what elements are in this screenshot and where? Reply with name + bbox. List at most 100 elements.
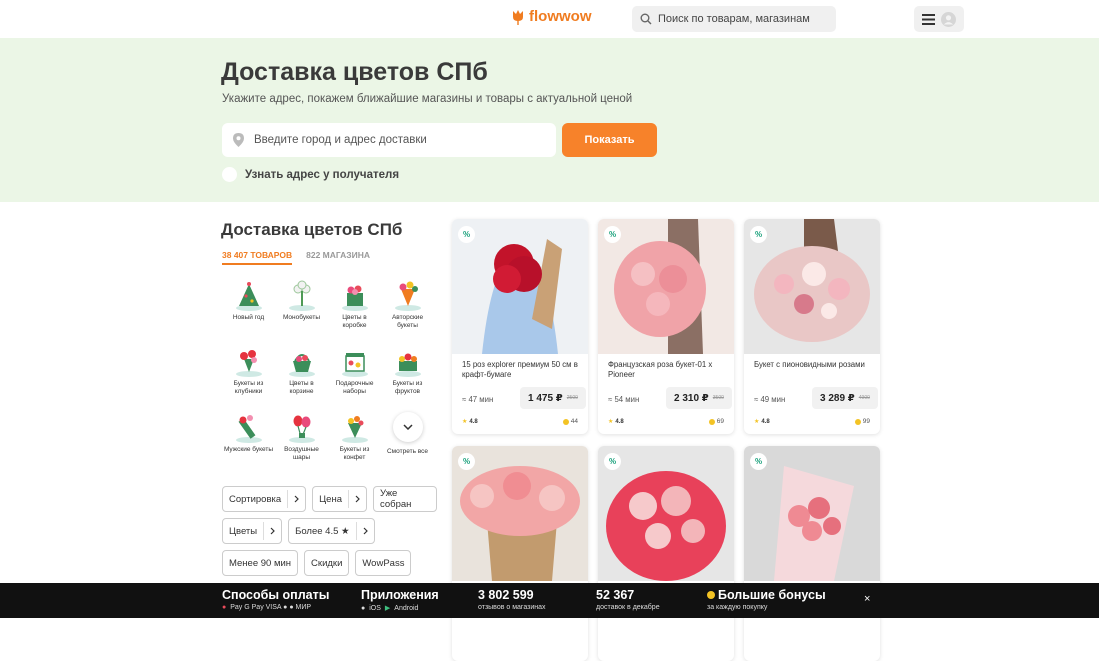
category-candy-bouquets[interactable]: Букеты из конфет [328,410,381,470]
address-field[interactable] [222,123,556,157]
strawberry-bouquet-icon [231,344,267,380]
discount-badge: % [458,453,475,470]
rating: ★ 4.8 [754,418,770,426]
logo-text: flowwow [529,8,592,25]
category-strawberry-bouquets[interactable]: Букеты из клубники [222,344,275,404]
payment-block: Способы оплаты ● Pay G Pay VISA ● ● МИР [222,588,329,611]
android-link[interactable]: Android [394,605,418,612]
close-icon[interactable]: × [864,593,870,605]
location-pin-icon [233,133,244,147]
product-card[interactable]: % Букет с пионовидными розами ≈ 49 мин 3… [744,219,880,434]
assembled-filter[interactable]: Уже собран [372,486,437,512]
category-label: Новый год [232,314,265,321]
ios-link[interactable]: iOS [369,605,381,612]
bonus-value: 69 [716,418,724,425]
recipient-checkbox[interactable] [222,167,237,182]
category-flower-box[interactable]: Цветы в коробке [328,278,381,338]
flowers-filter[interactable]: Цветы [222,518,283,544]
see-all-categories[interactable]: Смотреть все [381,410,434,470]
rating: ★ 4.8 [462,418,478,426]
rating-value: 4.8 [761,418,770,425]
product-card[interactable]: % [452,446,588,661]
tab-products[interactable]: 38 407 ТОВАРОВ [222,250,293,265]
category-mono-bouquets[interactable]: Монобукеты [275,278,328,338]
google-play-icon: ▶ [384,605,391,612]
hamburger-icon [922,13,935,25]
show-button[interactable]: Показать [562,123,657,157]
category-flower-basket[interactable]: Цветы в корзине [275,344,328,404]
payment-methods-text: Pay G Pay VISA ● ● МИР [230,604,312,611]
category-label: Мужские букеты [223,446,274,453]
flower-basket-icon [284,344,320,380]
category-label: Авторские букеты [391,314,424,329]
sort-filter[interactable]: Сортировка [222,486,307,512]
category-label: Букеты из фруктов [392,380,423,395]
product-card[interactable]: % Французская роза букет-01 х Pioneer ≈ … [598,219,734,434]
chevron-right-icon [294,495,299,503]
payment-methods: ● Pay G Pay VISA ● ● МИР [222,604,329,611]
flowers-label: Цветы [229,525,258,537]
search-input[interactable] [658,13,828,25]
category-label: Подарочные наборы [335,380,374,395]
expand-button[interactable] [392,412,423,442]
price-label: Цена [319,493,342,505]
mens-bouquet-icon [231,410,267,446]
product-image[interactable]: % [744,446,880,581]
coin-icon [707,591,715,599]
bonus-value: 99 [862,418,870,425]
gift-set-icon [337,344,373,380]
hero-subtitle: Укажите адрес, покажем ближайшие магазин… [222,93,633,105]
flowwow-logo[interactable]: flowwow [511,8,592,25]
category-new-year[interactable]: Новый год [222,278,275,338]
search-box[interactable] [632,6,836,32]
category-gift-sets[interactable]: Подарочные наборы [328,344,381,404]
price-filter[interactable]: Цена [312,486,367,512]
apps-block: Приложения ● iOS ▶ Android [361,588,439,612]
app-links: ● iOS ▶ Android [361,604,439,613]
category-label: Цветы в коробке [342,314,367,329]
current-price: 1 475 ₽ [528,392,563,404]
hero-section: Доставка цветов СПб Укажите адрес, покаж… [0,38,1099,202]
filter-chips: Сортировка Цена Уже собран Цветы Более 4… [222,486,437,582]
price-tag: 2 310 ₽3500 [666,387,732,409]
category-fruit-bouquets[interactable]: Букеты из фруктов [381,344,434,404]
product-name[interactable]: 15 роз explorer премиум 50 см в крафт-бу… [462,360,580,380]
tab-shops[interactable]: 822 МАГАЗИНА [306,250,370,265]
price-tag: 1 475 ₽2500 [520,387,586,409]
category-author-bouquets[interactable]: Авторские букеты [381,278,434,338]
balloons-icon [284,410,320,446]
menu-button[interactable] [914,6,964,32]
product-card[interactable]: % 15 роз explorer премиум 50 см в крафт-… [452,219,588,434]
recipient-address-toggle[interactable]: Узнать адрес у получателя [222,167,399,182]
chevron-down-icon [402,424,413,430]
section-title: Доставка цветов СПб [221,220,403,239]
product-image[interactable]: % [452,446,588,581]
product-image[interactable]: % [452,219,588,354]
payment-title: Способы оплаты [222,588,330,602]
address-input[interactable] [254,134,544,146]
bonus-title: Большие бонусы [718,588,826,602]
delivery-time: ≈ 47 мин [462,395,494,404]
product-name[interactable]: Букет с пионовидными розами [754,360,872,370]
product-card[interactable]: % [744,446,880,661]
product-image[interactable]: % [744,219,880,354]
product-image[interactable]: % [598,446,734,581]
category-balloons[interactable]: Воздушные шары [275,410,328,470]
chevron-right-icon [270,527,275,535]
rating-filter[interactable]: Более 4.5 ★ [288,518,375,544]
time-filter[interactable]: Менее 90 мин [222,550,299,576]
discounts-filter[interactable]: Скидки [304,550,350,576]
coin-icon [562,418,569,425]
product-name[interactable]: Французская роза букет-01 х Pioneer [608,360,726,380]
author-bouquet-icon [390,278,426,314]
chevron-right-icon [355,495,360,503]
category-mens-bouquets[interactable]: Мужские букеты [222,410,275,470]
payment-logos-icon: ● [222,604,227,611]
divider [287,490,289,508]
see-all-label: Смотреть все [386,448,429,455]
category-label: Монобукеты [282,314,321,321]
divider [347,490,349,508]
wowpass-filter[interactable]: WowPass [355,550,412,576]
product-image[interactable]: % [598,219,734,354]
product-card[interactable]: % [598,446,734,661]
